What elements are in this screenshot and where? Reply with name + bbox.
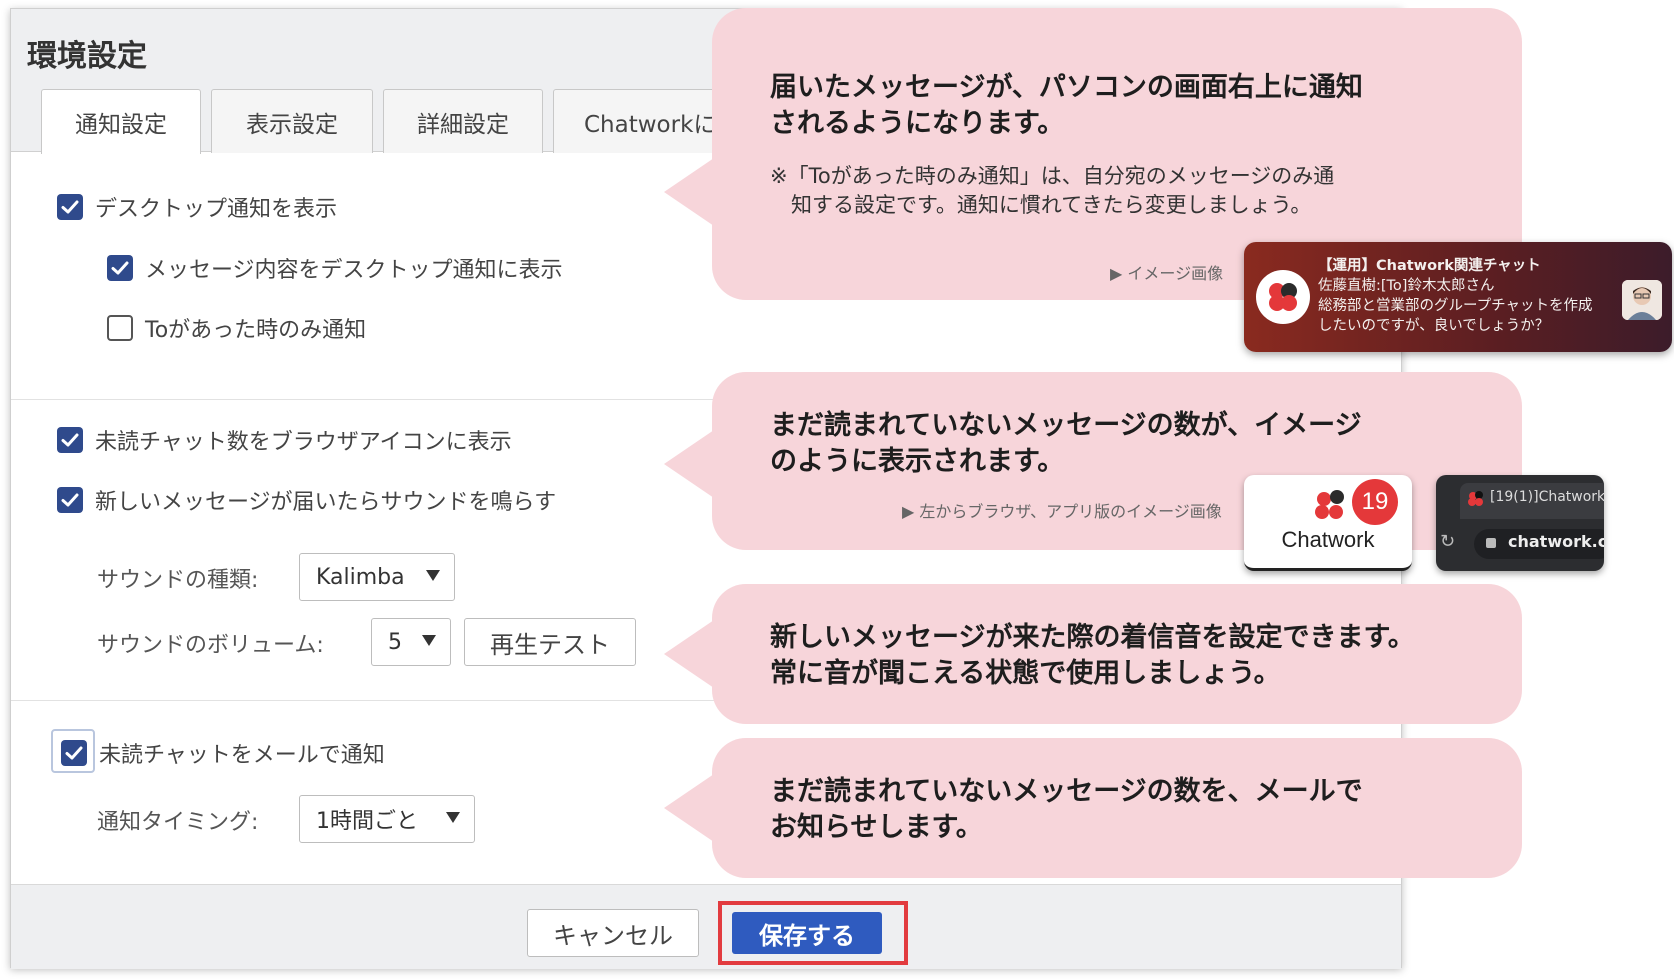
tab-display-settings[interactable]: 表示設定 xyxy=(211,89,373,153)
unread-browser-icon-label: 未読チャット数をブラウザアイコンに表示 xyxy=(95,430,512,455)
show-content-label: メッセージ内容をデスクトップ通知に表示 xyxy=(145,258,563,283)
to-only-checkbox[interactable] xyxy=(107,315,133,341)
desktop-notify-checkbox[interactable] xyxy=(57,194,83,220)
sound-volume-label: サウンドのボリューム: xyxy=(97,633,324,658)
tab-notification-settings[interactable]: 通知設定 xyxy=(41,89,201,154)
play-test-button[interactable]: 再生テスト xyxy=(464,618,636,666)
notify-timing-value: 1時間ごと xyxy=(316,809,418,834)
desktop-notify-option[interactable]: デスクトップ通知を表示 xyxy=(57,191,337,223)
tab-advanced-settings[interactable]: 詳細設定 xyxy=(383,89,543,153)
save-button-highlight: 保存する xyxy=(718,901,908,965)
chevron-down-icon xyxy=(426,570,440,581)
cancel-button[interactable]: キャンセル xyxy=(527,909,699,957)
callout-mail: まだ読まれていないメッセージの数を、メールで お知らせします。 xyxy=(664,738,1522,878)
avatar xyxy=(1622,280,1662,320)
chatwork-logo-icon xyxy=(1256,270,1310,324)
callout-heading: まだ読まれていないメッセージの数が、イメージ のように表示されます。 xyxy=(770,410,1362,477)
sound-option[interactable]: 新しいメッセージが届いたらサウンドを鳴らす xyxy=(57,484,556,516)
sound-type-label: サウンドの種類: xyxy=(97,568,259,593)
save-button[interactable]: 保存する xyxy=(732,912,882,954)
notification-line: 佐藤直樹:[To]鈴木太郎さん xyxy=(1318,278,1495,294)
unread-mail-option[interactable]: 未読チャットをメールで通知 xyxy=(61,737,385,769)
callout-caption: ▶ 左からブラウザ、アプリ版のイメージ画像 xyxy=(902,502,1222,521)
unread-mail-label: 未読チャットをメールで通知 xyxy=(99,743,385,768)
notification-text: 【運用】Chatwork関連チャット 佐藤直樹:[To]鈴木太郎さん 総務部と営… xyxy=(1318,256,1613,336)
callout-heading: 届いたメッセージが、パソコンの画面右上に通知 されるようになります。 xyxy=(770,72,1363,139)
dialog-title: 環境設定 xyxy=(27,39,147,74)
unread-browser-icon-checkbox[interactable] xyxy=(57,427,83,453)
notify-timing-label: 通知タイミング: xyxy=(97,810,259,835)
callout-heading: まだ読まれていないメッセージの数を、メールで お知らせします。 xyxy=(770,776,1363,843)
dialog-footer: キャンセル 保存する xyxy=(11,884,1401,969)
show-content-checkbox[interactable] xyxy=(107,255,133,281)
sound-volume-value: 5 xyxy=(388,629,402,655)
sound-type-select[interactable]: Kalimba xyxy=(299,553,455,601)
notification-line: 総務部と営業部のグループチャットを作成 xyxy=(1318,298,1593,314)
app-icon-sample: 19 Chatwork xyxy=(1244,475,1412,571)
callout-caption: ▶ イメージ画像 xyxy=(1110,264,1224,283)
desktop-notification-sample: 【運用】Chatwork関連チャット 佐藤直樹:[To]鈴木太郎さん 総務部と営… xyxy=(1244,242,1672,352)
unread-browser-icon-option[interactable]: 未読チャット数をブラウザアイコンに表示 xyxy=(57,424,512,456)
sound-label: 新しいメッセージが届いたらサウンドを鳴らす xyxy=(95,490,557,515)
chevron-down-icon xyxy=(422,635,436,646)
to-only-option[interactable]: Toがあった時のみ通知 xyxy=(107,312,366,344)
notification-line: したいのですが、良いでしょうか？ xyxy=(1318,318,1550,334)
sound-volume-select[interactable]: 5 xyxy=(371,618,451,666)
browser-tab-title: [19(1)]Chatwork - xyxy=(1490,489,1604,505)
unread-badge: 19 xyxy=(1352,479,1398,525)
chatwork-logo-icon xyxy=(1315,490,1344,519)
notification-title: 【運用】Chatwork関連チャット xyxy=(1318,258,1541,274)
callout-heading: 新しいメッセージが来た際の着信音を設定できます。 常に音が聞こえる状態で使用しま… xyxy=(770,622,1415,689)
unread-mail-checkbox[interactable] xyxy=(61,740,87,766)
notify-timing-select[interactable]: 1時間ごと xyxy=(299,795,475,843)
callout-note: ※「Toがあった時のみ通知」は、自分宛のメッセージのみ通 知する設定です。通知に… xyxy=(770,164,1335,217)
browser-tab-sample: [19(1)]Chatwork - ↻ chatwork.com xyxy=(1436,475,1604,571)
chevron-down-icon xyxy=(446,812,460,823)
address-bar-url: chatwork.com xyxy=(1508,532,1604,551)
lock-icon xyxy=(1486,538,1496,548)
sound-type-value: Kalimba xyxy=(316,564,405,590)
to-only-label: Toがあった時のみ通知 xyxy=(145,318,367,343)
sound-checkbox[interactable] xyxy=(57,487,83,513)
app-name: Chatwork xyxy=(1281,527,1375,552)
reload-icon: ↻ xyxy=(1440,531,1456,552)
callout-sound: 新しいメッセージが来た際の着信音を設定できます。 常に音が聞こえる状態で使用しま… xyxy=(664,584,1522,724)
desktop-notify-label: デスクトップ通知を表示 xyxy=(95,197,338,222)
show-content-option[interactable]: メッセージ内容をデスクトップ通知に表示 xyxy=(107,252,563,284)
chatwork-favicon-icon xyxy=(1468,491,1483,506)
